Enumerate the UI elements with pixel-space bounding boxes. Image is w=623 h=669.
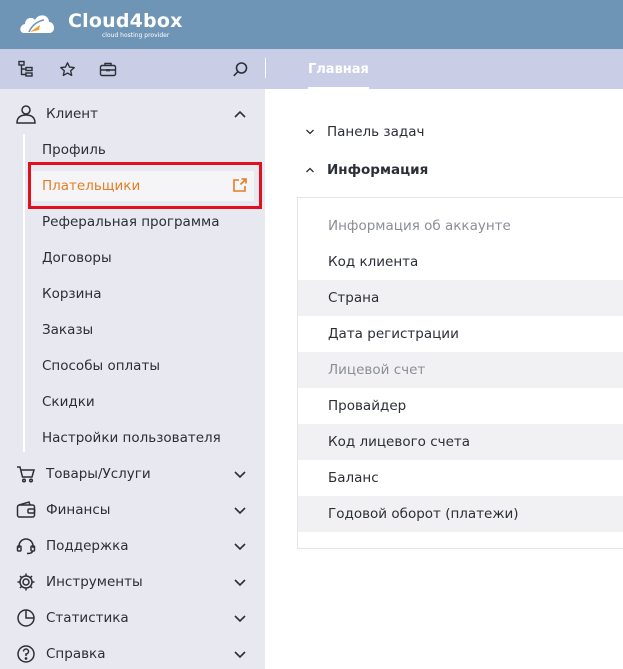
info-row-client-code: Код клиента [328,254,419,270]
sidebar-section-label: Статистика [46,610,129,626]
chevron-down-icon [234,579,246,587]
sidebar-section-finance[interactable]: Финансы [0,492,265,528]
star-icon[interactable] [57,59,77,79]
tab-main[interactable]: Главная [296,49,381,89]
info-row-registration-date: Дата регистрации [328,326,459,342]
toolbar-divider [265,58,266,78]
top-bar: Cloud4box cloud hosting provider [0,0,623,49]
brand-name: Cloud4box [68,10,183,32]
info-row-country: Страна [298,280,623,316]
sidebar-item-orders[interactable]: Заказы [42,317,93,343]
sidebar-item-profile[interactable]: Профиль [42,137,106,163]
info-row-account-section: Лицевой счет [298,352,623,388]
info-row-account-header: Информация об аккаунте [328,218,511,234]
chart-icon [15,608,37,628]
info-row-account-code: Код лицевого счета [298,424,623,460]
sidebar-section-statistics[interactable]: Статистика [0,600,265,636]
sidebar-section-label: Справка [46,646,106,662]
group-label: Информация [327,162,429,178]
sidebar-section-label: Клиент [46,106,98,122]
info-card: Информация об аккаунте Код клиента Стран… [297,197,623,549]
chevron-down-icon [234,651,246,659]
gear-icon [15,572,37,592]
sidebar-item-discounts[interactable]: Скидки [42,389,95,415]
group-label: Панель задач [327,124,425,140]
chevron-down-icon [234,543,246,551]
info-row-balance: Баланс [328,470,379,486]
sidebar-section-help[interactable]: Справка [0,636,265,669]
sidebar-section-client[interactable]: Клиент [0,96,265,132]
sidebar-item-payment-methods[interactable]: Способы оплаты [42,353,160,379]
chevron-down-icon [234,507,246,515]
sidebar-item-user-settings[interactable]: Настройки пользователя [42,425,221,451]
toolbar: Главная [0,49,623,89]
tree-icon[interactable] [16,59,36,79]
brand-tagline: cloud hosting provider [102,32,170,39]
cloud-logo-icon [20,15,55,33]
sidebar-section-goods[interactable]: Товары/Услуги [0,456,265,492]
sidebar-item-contracts[interactable]: Договоры [42,245,112,271]
chevron-up-icon [306,167,314,173]
info-row-annual-turnover: Годовой оборот (платежи) [298,496,623,532]
sidebar-section-tools[interactable]: Инструменты [0,564,265,600]
sidebar-section-support[interactable]: Поддержка [0,528,265,564]
chevron-down-icon [234,471,246,479]
cart-icon [15,464,37,484]
help-icon [15,644,37,664]
wallet-icon [15,500,37,520]
search-icon[interactable] [230,59,250,79]
sidebar-section-label: Финансы [46,502,111,518]
chevron-down-icon [306,129,314,135]
user-icon [15,104,37,124]
chevron-up-icon [234,110,246,118]
sidebar-section-label: Товары/Услуги [46,466,151,482]
info-row-provider: Провайдер [328,398,407,414]
submenu-line [23,134,25,452]
main-content: Панель задач Информация Информация об ак… [265,89,623,669]
briefcase-icon[interactable] [98,59,118,79]
group-information[interactable]: Информация [305,158,428,182]
sidebar-section-label: Инструменты [46,574,143,590]
sidebar-section-label: Поддержка [46,538,129,554]
sidebar-item-referral[interactable]: Реферальная программа [42,209,219,235]
headset-icon [15,536,37,556]
chevron-down-icon [234,615,246,623]
sidebar-item-cart[interactable]: Корзина [42,281,101,307]
logo[interactable]: Cloud4box cloud hosting provider [18,8,182,40]
group-panel-tasks[interactable]: Панель задач [305,120,424,144]
highlight-frame [28,162,262,209]
